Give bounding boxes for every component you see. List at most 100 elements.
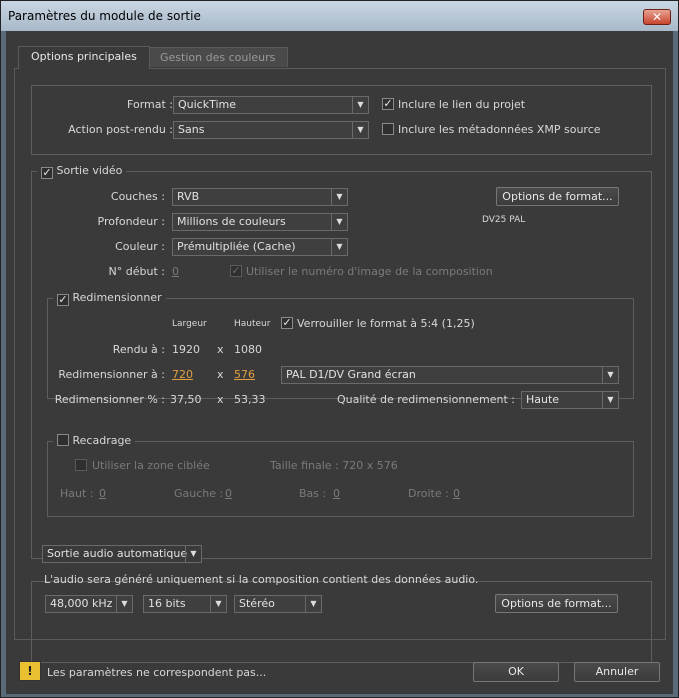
audio-channels-select[interactable]: Stéréo ▼ [234,595,322,613]
lock-aspect-checkbox[interactable]: ✓ [281,317,293,329]
include-project-link-label: Inclure le lien du projet [398,98,526,111]
video-output-legend: ✓ Sortie vidéo [37,164,127,179]
color-select[interactable]: Prémultipliée (Cache) ▼ [172,238,348,256]
crop-right-field[interactable]: 0 [453,487,460,500]
crop-legend: Recadrage [53,434,136,447]
audio-bits-select[interactable]: 16 bits ▼ [143,595,227,613]
checkmark-icon: ✓ [282,316,292,329]
resize-quality-select[interactable]: Haute ▼ [521,391,619,409]
render-width: 1920 [172,343,200,356]
crop-left-field[interactable]: 0 [225,487,232,500]
checkmark-icon: ✓ [383,97,393,110]
format-select[interactable]: QuickTime ▼ [173,96,369,114]
tab-main-options[interactable]: Options principales [18,46,150,69]
warning-icon[interactable]: ! [19,661,41,681]
window-title: Paramètres du module de sortie [8,9,201,23]
dropdown-arrow-icon: ▼ [602,392,618,408]
audio-rate-value: 48,000 kHz [50,597,113,610]
crop-top-field[interactable]: 0 [99,487,106,500]
format-value: QuickTime [178,98,237,111]
render-height: 1080 [234,343,262,356]
include-xmp-checkbox[interactable] [382,123,394,135]
dropdown-arrow-icon: ▼ [331,189,347,205]
resize-preset-select[interactable]: PAL D1/DV Grand écran ▼ [281,366,619,384]
dropdown-arrow-icon: ▼ [352,97,368,113]
dialog-client: Options principales Gestion des couleurs… [6,31,673,694]
channels-value: RVB [177,190,200,203]
post-render-value: Sans [178,123,205,136]
audio-mode-value: Sortie audio automatique [47,547,188,560]
crop-top-label: Haut : [60,487,94,500]
ok-button[interactable]: OK [473,662,559,682]
crop-bottom-field[interactable]: 0 [333,487,340,500]
color-label: Couleur : [115,240,165,253]
codec-info: DV25 PAL [482,215,526,225]
audio-channels-value: Stéréo [239,597,275,610]
resize-preset-value: PAL D1/DV Grand écran [286,368,416,381]
audio-mode-select[interactable]: Sortie audio automatique ▼ [42,545,202,563]
crop-bottom-label: Bas : [299,487,327,500]
dropdown-arrow-icon: ▼ [185,546,201,562]
cancel-button[interactable]: Annuler [574,662,660,682]
resize-percent-label: Redimensionner % : [54,393,165,406]
crop-label: Recadrage [72,434,132,447]
resize-legend: ✓ Redimensionner [53,291,166,306]
dropdown-arrow-icon: ▼ [116,596,132,612]
close-icon: ✕ [651,10,663,24]
resize-width-field[interactable]: 720 [172,368,193,381]
final-size-label: Taille finale : 720 x 576 [270,459,398,472]
dialog-window: Paramètres du module de sortie ✕ Options… [0,0,679,698]
dropdown-arrow-icon: ▼ [305,596,321,612]
crop-group [47,441,634,517]
audio-note: L'audio sera généré uniquement si la com… [44,573,479,586]
include-xmp-label: Inclure les métadonnées XMP source [398,123,601,136]
dropdown-arrow-icon: ▼ [331,239,347,255]
resize-quality-label: Qualité de redimensionnement : [336,393,515,406]
audio-rate-select[interactable]: 48,000 kHz ▼ [45,595,133,613]
dropdown-arrow-icon: ▼ [331,214,347,230]
checkmark-icon: ✓ [231,264,241,277]
video-output-checkbox[interactable]: ✓ [41,167,53,179]
post-render-label: Action post-rendu : [68,123,173,136]
width-header: Largeur [172,319,207,329]
resize-percent-height: 53,33 [234,393,266,406]
tab-color-management[interactable]: Gestion des couleurs [147,47,289,67]
channels-label: Couches : [110,190,165,203]
dropdown-arrow-icon: ▼ [602,367,618,383]
dropdown-arrow-icon: ▼ [210,596,226,612]
resize-to-label: Redimensionner à : [58,368,165,381]
render-at-label: Rendu à : [112,343,165,356]
resize-height-field[interactable]: 576 [234,368,255,381]
format-label: Format : [127,98,173,111]
audio-format-options-button[interactable]: Options de format... [495,594,618,613]
use-comp-frame-label: Utiliser le numéro d'image de la composi… [246,265,493,278]
resize-x: x [217,368,224,381]
crop-right-label: Droite : [408,487,449,500]
close-button[interactable]: ✕ [643,9,671,25]
color-value: Prémultipliée (Cache) [177,240,296,253]
video-format-options-button[interactable]: Options de format... [496,187,619,206]
audio-bits-value: 16 bits [148,597,186,610]
crop-left-label: Gauche : [174,487,224,500]
crop-checkbox[interactable] [57,434,69,446]
use-comp-frame-checkbox[interactable]: ✓ [230,265,242,277]
checkmark-icon: ✓ [42,166,52,179]
dropdown-arrow-icon: ▼ [352,122,368,138]
use-roi-label: Utiliser la zone ciblée [92,459,210,472]
checkmark-icon: ✓ [58,293,68,306]
warning-text: Les paramètres ne correspondent pas... [47,666,267,679]
resize-checkbox[interactable]: ✓ [57,294,69,306]
title-bar[interactable]: Paramètres du module de sortie ✕ [1,1,678,31]
depth-label: Profondeur : [97,215,165,228]
post-render-select[interactable]: Sans ▼ [173,121,369,139]
start-number-label: N° début : [108,265,165,278]
video-output-label: Sortie vidéo [56,164,123,177]
use-roi-checkbox[interactable] [75,459,87,471]
height-header: Hauteur [234,319,271,329]
resize-quality-value: Haute [526,393,560,406]
start-number-field[interactable]: 0 [172,265,179,278]
depth-select[interactable]: Millions de couleurs ▼ [172,213,348,231]
percent-x: x [217,393,224,406]
include-project-link-checkbox[interactable]: ✓ [382,98,394,110]
channels-select[interactable]: RVB ▼ [172,188,348,206]
